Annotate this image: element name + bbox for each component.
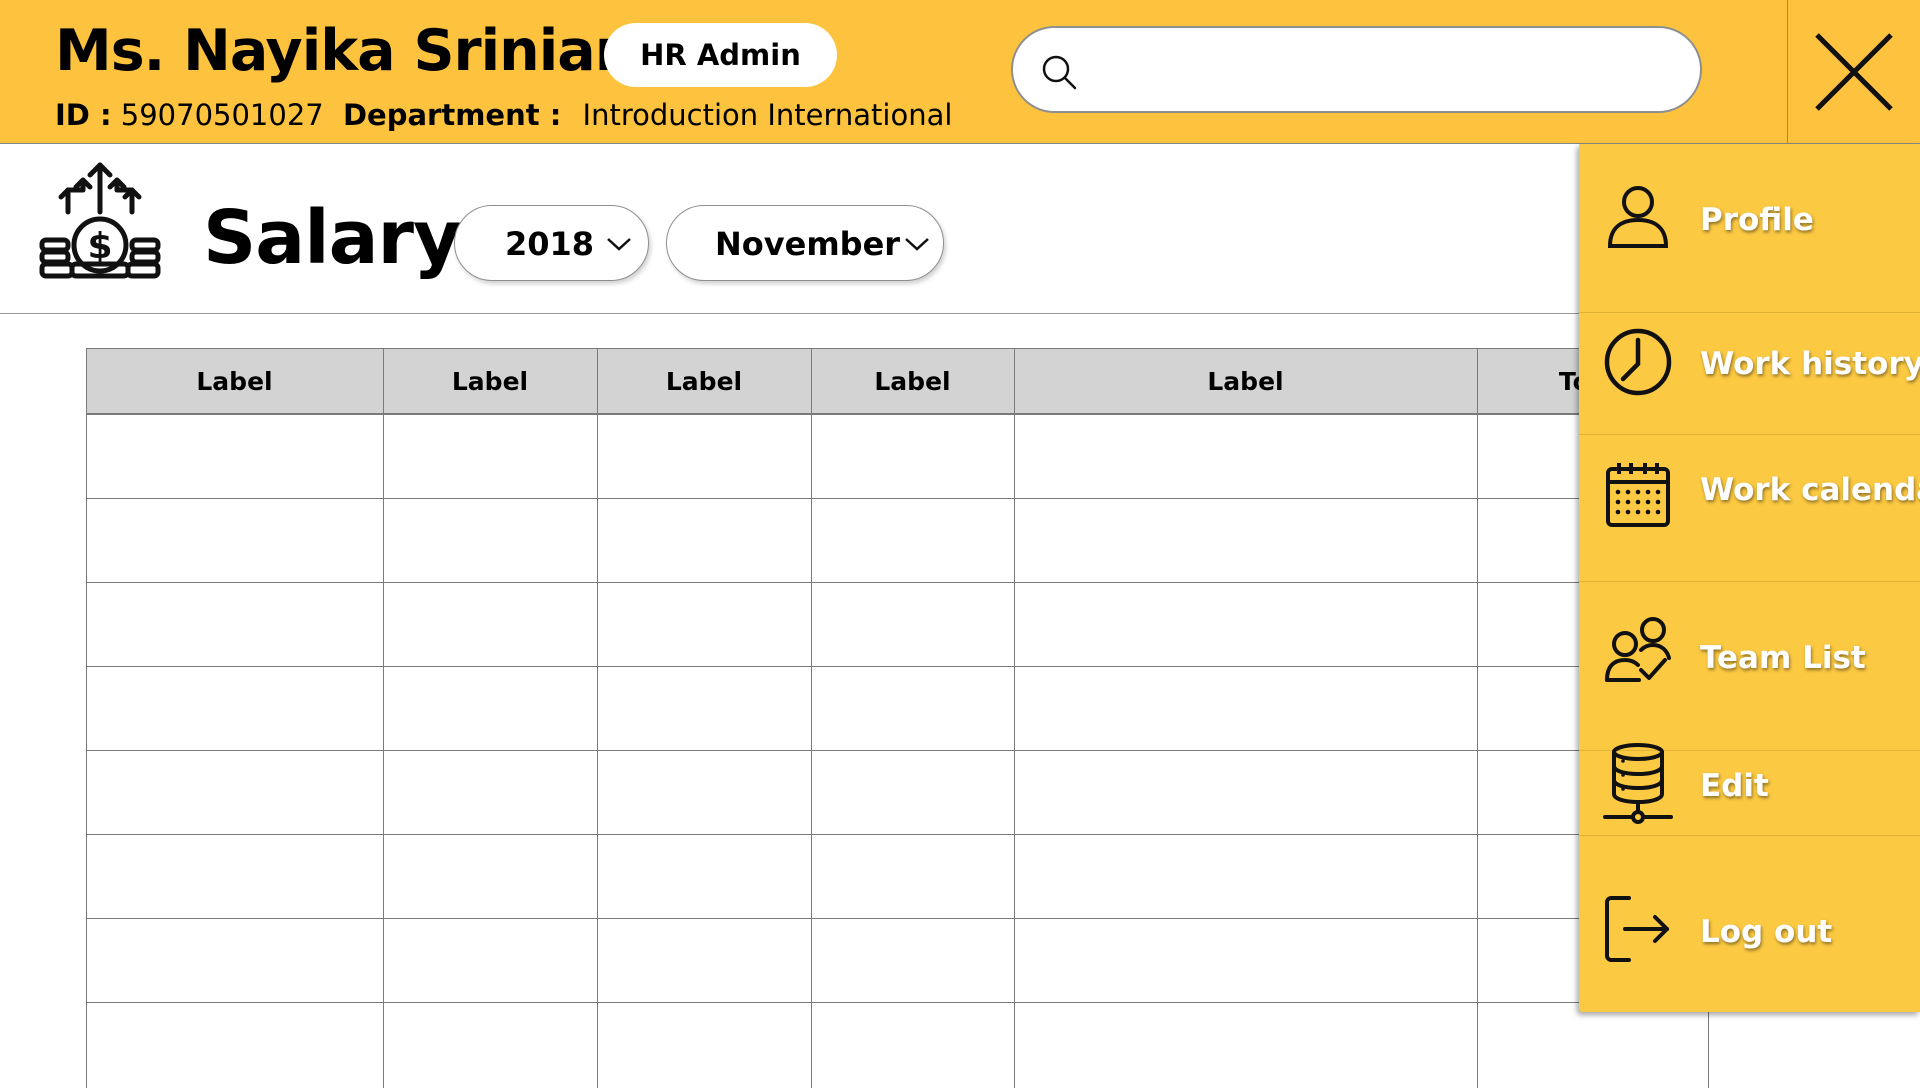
table-row-line bbox=[86, 414, 1709, 415]
section-divider bbox=[0, 313, 1580, 314]
department-value: Introduction International bbox=[582, 98, 953, 132]
salary-table: Label Label Label Label Label Total bbox=[86, 348, 1709, 1088]
column-header[interactable]: Label bbox=[86, 348, 383, 414]
user-info-line: ID : 59070501027 Department : Introducti… bbox=[55, 98, 952, 132]
side-menu: Profile Work history Work calend Team Li… bbox=[1579, 144, 1920, 1012]
menu-item-work-history[interactable]: Work history bbox=[1579, 313, 1920, 413]
column-header[interactable]: Label bbox=[811, 348, 1014, 414]
search-box[interactable] bbox=[1011, 26, 1702, 113]
menu-label: Profile bbox=[1700, 202, 1814, 238]
menu-label: Work history bbox=[1700, 346, 1920, 382]
id-value: 59070501027 bbox=[120, 98, 324, 132]
user-name: Ms. Nayika Srinian bbox=[55, 18, 635, 84]
menu-item-edit[interactable]: Edit bbox=[1579, 734, 1920, 834]
svg-text:$: $ bbox=[87, 226, 112, 267]
table-row-line bbox=[86, 918, 1709, 919]
menu-item-profile[interactable]: Profile bbox=[1579, 168, 1920, 268]
close-icon bbox=[1815, 33, 1893, 111]
department-label: Department : bbox=[342, 98, 562, 132]
month-value: November bbox=[715, 225, 901, 263]
column-header[interactable]: Label bbox=[1014, 348, 1477, 414]
table-row-line bbox=[86, 1002, 1709, 1003]
money-growth-icon: $ bbox=[39, 162, 161, 279]
table-row-line bbox=[86, 666, 1709, 667]
year-select[interactable]: 2018 bbox=[454, 205, 649, 281]
table-row-line bbox=[86, 498, 1709, 499]
table-column-line bbox=[597, 348, 598, 1088]
menu-item-log-out[interactable]: Log out bbox=[1579, 880, 1920, 980]
menu-label: Edit bbox=[1700, 768, 1769, 804]
menu-separator bbox=[1579, 434, 1920, 435]
clock-icon bbox=[1604, 328, 1672, 396]
user-icon bbox=[1607, 186, 1669, 248]
menu-item-work-calendar[interactable]: Work calendar bbox=[1579, 440, 1920, 540]
role-badge: HR Admin bbox=[604, 23, 837, 87]
table-column-line bbox=[383, 348, 384, 1088]
calendar-icon bbox=[1606, 463, 1670, 527]
chevron-down-icon bbox=[905, 238, 929, 251]
column-header[interactable]: Label bbox=[597, 348, 811, 414]
logout-icon bbox=[1605, 896, 1669, 962]
menu-item-team-list[interactable]: Team List bbox=[1579, 602, 1920, 702]
table-column-line bbox=[1014, 348, 1015, 1088]
table-column-line bbox=[811, 348, 812, 1088]
column-header[interactable]: Label bbox=[383, 348, 597, 414]
table-column-line bbox=[1477, 348, 1478, 1088]
menu-separator bbox=[1579, 835, 1920, 836]
search-input[interactable] bbox=[1103, 44, 1673, 96]
team-icon bbox=[1605, 617, 1671, 682]
menu-label: Team List bbox=[1700, 640, 1866, 676]
menu-separator bbox=[1579, 581, 1920, 582]
month-select[interactable]: November bbox=[666, 205, 944, 281]
chevron-down-icon bbox=[607, 238, 631, 251]
table-column-line bbox=[86, 348, 87, 1088]
close-button[interactable] bbox=[1787, 0, 1920, 144]
database-icon bbox=[1603, 743, 1673, 824]
top-header: Ms. Nayika Srinian HR Admin ID : 5907050… bbox=[0, 0, 1920, 144]
menu-label: Log out bbox=[1700, 914, 1833, 950]
table-row-line bbox=[86, 582, 1709, 583]
year-value: 2018 bbox=[505, 225, 595, 263]
table-row-line bbox=[86, 750, 1709, 751]
page-title: Salary bbox=[203, 195, 461, 281]
id-label: ID : bbox=[55, 98, 112, 132]
search-icon[interactable] bbox=[1039, 52, 1079, 92]
menu-label: Work calendar bbox=[1700, 472, 1920, 508]
table-row-line bbox=[86, 834, 1709, 835]
